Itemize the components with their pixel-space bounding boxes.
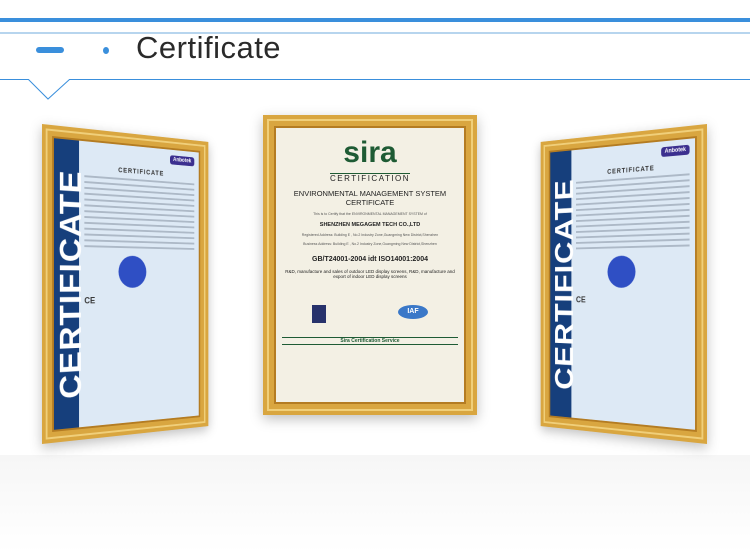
- anbotek-badge: Anbotek: [169, 155, 195, 167]
- certificate-text-lines: [575, 173, 690, 250]
- certificate-intro: This is to Certify that the ENVIRONMENTA…: [313, 212, 427, 216]
- sira-certificate: sira CERTIFICATION ENVIRONMENTAL MANAGEM…: [263, 115, 477, 415]
- pointer-notch-icon: [28, 79, 71, 100]
- certificate-subtitle: CERTIFICATE: [345, 198, 395, 207]
- sira-logo: sira: [343, 136, 397, 169]
- title-dot-decoration: [103, 47, 109, 54]
- anbotek-badge: Anbotek: [661, 144, 690, 158]
- registered-address: Registered Address: Building E , No.2 In…: [301, 233, 439, 237]
- ukas-logo-icon: [312, 305, 326, 323]
- service-banner: Sira Certification Service: [282, 337, 458, 345]
- certificate-text-lines: [84, 175, 195, 250]
- top-band: [0, 18, 750, 22]
- top-band-light: [0, 32, 750, 34]
- standard: GB/T24001-2004 idt ISO14001:2004: [312, 256, 428, 263]
- reflection-floor: [0, 455, 750, 553]
- iaf-logo: IAF: [398, 305, 428, 319]
- title-dash-decoration: [36, 47, 64, 53]
- side-label: CERTIFICATE: [53, 138, 88, 430]
- ce-certificate-left: CERTIFICATE Anbotek CERTIFICATE CE: [42, 124, 209, 444]
- title-underline: [0, 79, 750, 80]
- certificate-banner: Certificate CERTIFICATE Anbotek CERTIFIC…: [0, 0, 750, 553]
- ce-mark: CE: [84, 295, 96, 306]
- company-name: SHENZHEN MEGAGEM TECH CO.,LTD: [319, 222, 421, 228]
- scope: R&D, manufacture and sales of outdoor LE…: [285, 269, 455, 279]
- section-title: Certificate: [136, 30, 282, 65]
- certificate-title: ENVIRONMENTAL MANAGEMENT SYSTEM: [293, 189, 447, 198]
- seal-stamp-icon: [607, 255, 636, 288]
- sira-logo-sub: CERTIFICATION: [329, 173, 411, 183]
- side-label: CERTIFICATE: [550, 150, 579, 418]
- business-address: Business Address: Building E , No.2 Indu…: [303, 242, 437, 246]
- ce-mark: CE: [575, 294, 586, 305]
- ce-certificate-right: CERTIFICATE Anbotek CERTIFICATE CE: [540, 124, 707, 444]
- seal-stamp-icon: [118, 255, 147, 288]
